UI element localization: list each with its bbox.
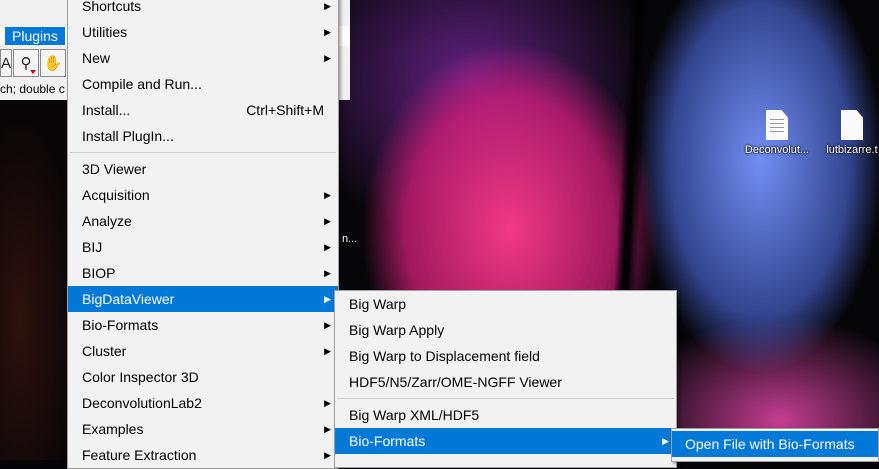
menu-item-utilities[interactable]: Utilities ▶ — [68, 19, 338, 45]
magnifier-icon[interactable]: ⚲ — [13, 49, 39, 77]
bio-formats-submenu: Open File with Bio-Formats — [671, 428, 879, 462]
menu-item-big-warp-xml-hdf5[interactable]: Big Warp XML/HDF5 — [335, 402, 676, 428]
menu-item-acquisition[interactable]: Acquisition ▶ — [68, 182, 338, 208]
menu-item-deconvolutionlab2[interactable]: DeconvolutionLab2 ▶ — [68, 390, 338, 416]
blank-file-icon — [841, 110, 863, 140]
menu-item-bio-formats-sub[interactable]: Bio-Formats ▶ — [335, 428, 676, 454]
hand-icon[interactable]: ✋ — [40, 49, 66, 77]
submenu-arrow-icon: ▶ — [324, 450, 331, 460]
menu-item-big-warp-apply[interactable]: Big Warp Apply — [335, 317, 676, 343]
status-text: ch; double c — [0, 82, 65, 96]
submenu-arrow-icon: ▶ — [662, 436, 669, 446]
menu-item-biop[interactable]: BIOP ▶ — [68, 260, 338, 286]
menu-item-new[interactable]: New ▶ — [68, 45, 338, 71]
menu-item-bigdataviewer[interactable]: BigDataViewer ▶ — [68, 286, 338, 312]
submenu-arrow-icon: ▶ — [324, 27, 331, 37]
submenu-arrow-icon: ▶ — [324, 294, 331, 304]
menu-item-3d-viewer[interactable]: 3D Viewer — [68, 156, 338, 182]
menu-item-big-warp[interactable]: Big Warp — [335, 291, 676, 317]
menu-item-install[interactable]: Install... Ctrl+Shift+M — [68, 97, 338, 123]
menu-item-install-plugin[interactable]: Install PlugIn... — [68, 123, 338, 149]
menu-item-big-warp-displacement[interactable]: Big Warp to Displacement field — [335, 343, 676, 369]
submenu-arrow-icon: ▶ — [324, 346, 331, 356]
submenu-arrow-icon: ▶ — [324, 242, 331, 252]
menu-item-analyze[interactable]: Analyze ▶ — [68, 208, 338, 234]
desktop-icon-deconvolution[interactable]: Deconvolut... — [737, 110, 817, 156]
submenu-arrow-icon: ▶ — [324, 190, 331, 200]
submenu-arrow-icon: ▶ — [324, 320, 331, 330]
menu-item-examples[interactable]: Examples ▶ — [68, 416, 338, 442]
menu-separator — [337, 398, 674, 399]
bigdataviewer-submenu: Big Warp Big Warp Apply Big Warp to Disp… — [334, 290, 677, 468]
menu-item-bio-formats[interactable]: Bio-Formats ▶ — [68, 312, 338, 338]
shortcut-text: Ctrl+Shift+M — [246, 102, 324, 118]
submenu-arrow-icon: ▶ — [324, 53, 331, 63]
menu-item-color-inspector-3d[interactable]: Color Inspector 3D — [68, 364, 338, 390]
imagej-toolbar: A ⚲ ✋ — [0, 49, 67, 77]
menu-item-open-file-bio-formats[interactable]: Open File with Bio-Formats — [672, 431, 878, 457]
menu-item-shortcuts[interactable]: Shortcuts ▶ — [68, 0, 338, 19]
menu-separator — [70, 152, 336, 153]
menu-item-hdf5-viewer[interactable]: HDF5/N5/Zarr/OME-NGFF Viewer — [335, 369, 676, 395]
desktop-icon-label: lutbizarre.t — [826, 144, 878, 156]
submenu-arrow-icon: ▶ — [324, 1, 331, 11]
submenu-arrow-icon: ▶ — [324, 424, 331, 434]
text-tool-icon[interactable]: A — [0, 49, 12, 77]
menu-item-cluster[interactable]: Cluster ▶ — [68, 338, 338, 364]
plugins-menu: Shortcuts ▶ Utilities ▶ New ▶ Compile and R… — [67, 0, 339, 469]
menu-item-feature-extraction[interactable]: Feature Extraction ▶ — [68, 442, 338, 468]
menubar-plugins[interactable]: Plugins — [5, 27, 65, 45]
menu-item-bij[interactable]: BIJ ▶ — [68, 234, 338, 260]
desktop-text-fragment: n... — [342, 233, 358, 245]
submenu-arrow-icon: ▶ — [324, 268, 331, 278]
submenu-arrow-icon: ▶ — [324, 216, 331, 226]
document-icon — [766, 110, 788, 140]
desktop-icon-label: Deconvolut... — [744, 144, 810, 156]
menu-item-compile-and-run[interactable]: Compile and Run... — [68, 71, 338, 97]
desktop-icon-lutbizarre[interactable]: lutbizarre.t — [812, 110, 879, 156]
image-left-strip — [0, 100, 68, 460]
submenu-arrow-icon: ▶ — [324, 398, 331, 408]
